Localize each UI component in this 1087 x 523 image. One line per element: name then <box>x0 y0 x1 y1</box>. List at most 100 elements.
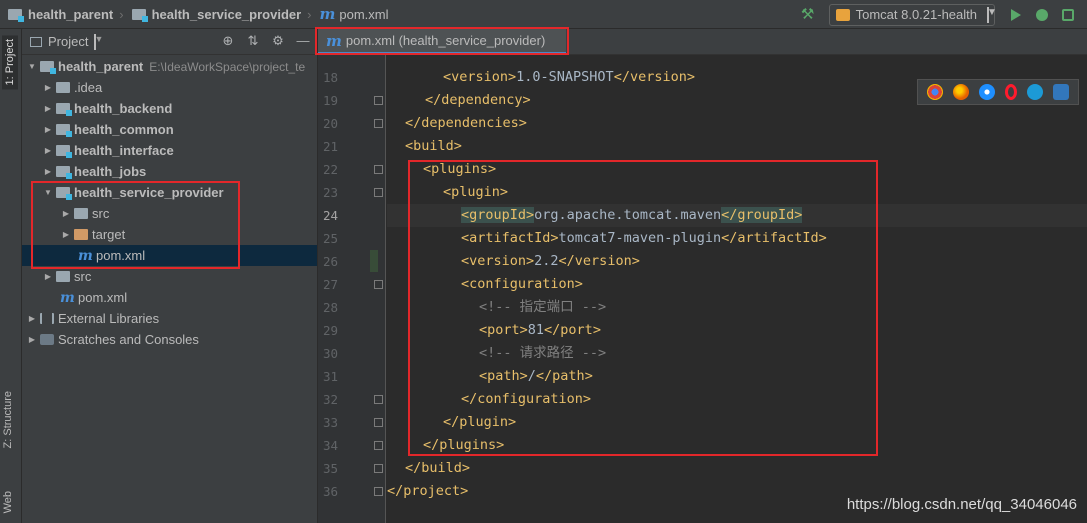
line-number: 24 <box>322 208 338 223</box>
line-number: 19 <box>322 93 338 108</box>
firefox-icon[interactable] <box>953 84 969 100</box>
line-number: 23 <box>322 185 338 200</box>
code-line[interactable]: <version>1.0-SNAPSHOT</version> <box>387 66 695 89</box>
annotation-box-plugins <box>408 160 878 456</box>
xml-tag: <build> <box>405 138 462 154</box>
tomcat-icon <box>835 8 850 21</box>
hide-panel-icon[interactable]: — <box>295 33 311 49</box>
collapsed-arrow-icon[interactable]: ▶ <box>42 146 54 155</box>
editor-gutter[interactable]: 18 19 20 21 22 23 24 25 26 27 28 29 30 31 32 33 34 35 36 <box>318 55 386 523</box>
fold-marker-icon[interactable] <box>374 487 383 496</box>
module-folder-icon <box>56 145 72 158</box>
fold-marker-icon[interactable] <box>374 280 383 289</box>
collapsed-arrow-icon[interactable]: ▶ <box>42 167 54 176</box>
tree-item-health-jobs[interactable]: ▶ health_jobs <box>22 161 317 182</box>
xml-tag: </dependency> <box>425 92 531 108</box>
tree-item-scratches[interactable]: ▶ Scratches and Consoles <box>22 329 317 350</box>
gear-icon[interactable]: ⚙ <box>270 33 286 49</box>
coverage-button[interactable] <box>1059 6 1077 24</box>
safari-icon[interactable] <box>979 84 995 100</box>
chrome-icon[interactable] <box>927 84 943 100</box>
breadcrumb-health-service-provider[interactable]: health_service_provider › <box>124 0 312 29</box>
fold-marker-icon[interactable] <box>374 441 383 450</box>
code-line[interactable]: </dependencies> <box>387 112 527 135</box>
project-panel: Project ▼ ⊕ ⇅ ⚙ — ▼ health_parent E:\Ide… <box>22 29 318 523</box>
code-line-content: </dependency> <box>387 92 531 108</box>
expanded-arrow-icon[interactable]: ▼ <box>26 62 38 71</box>
play-icon <box>1011 8 1021 21</box>
line-number: 28 <box>322 300 338 315</box>
code-line[interactable]: </build> <box>387 457 470 480</box>
breadcrumb-pom-xml[interactable]: m pom.xml <box>312 0 389 29</box>
fold-marker-icon[interactable] <box>374 464 383 473</box>
xml-tag: </build> <box>405 460 471 476</box>
fold-marker-icon[interactable] <box>374 188 383 197</box>
run-configuration-select[interactable]: Tomcat 8.0.21-health ▼ <box>828 3 997 26</box>
module-folder-icon <box>56 166 72 179</box>
collapsed-arrow-icon[interactable]: ▶ <box>42 83 54 92</box>
project-tool-tab[interactable]: 1: Project <box>2 35 18 90</box>
project-view-icon <box>30 36 42 47</box>
run-button[interactable] <box>1007 6 1025 24</box>
left-tool-stripe: 1: Project Z: Structure Web <box>0 29 22 523</box>
fold-marker-icon[interactable] <box>374 165 383 174</box>
line-number: 31 <box>322 369 338 384</box>
tree-item-health-backend[interactable]: ▶ health_backend <box>22 98 317 119</box>
fold-marker-icon[interactable] <box>374 418 383 427</box>
breadcrumb-health-parent[interactable]: health_parent › <box>0 0 124 29</box>
xml-tag: <version> <box>443 69 517 85</box>
tree-item-health-interface[interactable]: ▶ health_interface <box>22 140 317 161</box>
locate-target-icon[interactable]: ⊕ <box>220 33 236 49</box>
code-line[interactable]: </project> <box>387 480 468 503</box>
module-folder-icon <box>8 8 24 22</box>
line-number: 25 <box>322 231 338 246</box>
project-panel-header: Project ▼ ⊕ ⇅ ⚙ — <box>22 29 317 55</box>
line-number: 32 <box>322 392 338 407</box>
web-tool-tab[interactable]: Web <box>2 491 14 513</box>
module-folder-icon <box>131 8 148 22</box>
code-line-content: <build> <box>387 138 462 154</box>
collapsed-arrow-icon[interactable]: ▶ <box>42 125 54 134</box>
fold-marker-icon[interactable] <box>374 119 383 128</box>
line-number: 36 <box>322 484 338 499</box>
line-number: 29 <box>322 323 338 338</box>
tree-item-health-common[interactable]: ▶ health_common <box>22 119 317 140</box>
tree-item-health-parent[interactable]: ▼ health_parent E:\IdeaWorkSpace\project… <box>22 56 317 77</box>
code-line-content: <version>1.0-SNAPSHOT</version> <box>387 69 695 85</box>
tree-item-external-libraries[interactable]: ▶ External Libraries <box>22 308 317 329</box>
line-number: 26 <box>322 254 338 269</box>
fold-marker-icon[interactable] <box>374 395 383 404</box>
project-panel-title[interactable]: Project <box>48 34 88 49</box>
chevron-down-icon[interactable]: ▼ <box>94 33 103 50</box>
edge-icon[interactable] <box>1053 84 1069 100</box>
structure-tool-tab[interactable]: Z: Structure <box>2 391 14 448</box>
line-number: 21 <box>322 139 338 154</box>
xml-tag: </version> <box>613 69 695 85</box>
collapsed-arrow-icon[interactable]: ▶ <box>42 104 54 113</box>
code-line[interactable]: </dependency> <box>387 89 531 112</box>
annotation-box-tab <box>315 27 569 55</box>
tree-item-idea[interactable]: ▶ .idea <box>22 77 317 98</box>
line-number: 35 <box>322 461 338 476</box>
vcs-change-marker[interactable] <box>370 250 378 272</box>
collapse-all-icon[interactable]: ⇅ <box>245 33 261 49</box>
browser-preview-bar <box>917 79 1079 105</box>
line-number: 34 <box>322 438 338 453</box>
collapsed-arrow-icon[interactable]: ▶ <box>26 314 38 323</box>
build-hammer-icon[interactable]: ⚒ <box>799 6 817 24</box>
opera-icon[interactable] <box>1005 84 1017 100</box>
collapsed-arrow-icon[interactable]: ▶ <box>42 272 54 281</box>
tree-item-root-src[interactable]: ▶ src <box>22 266 317 287</box>
code-line-content: </dependencies> <box>387 115 527 131</box>
tree-item-root-pom-xml[interactable]: m pom.xml <box>22 287 317 308</box>
fold-marker-icon[interactable] <box>374 96 383 105</box>
collapsed-arrow-icon[interactable]: ▶ <box>26 335 38 344</box>
line-number: 20 <box>322 116 338 131</box>
ie-icon[interactable] <box>1027 84 1043 100</box>
folder-icon <box>56 271 70 282</box>
module-folder-icon <box>40 61 56 74</box>
code-line[interactable]: <build> <box>387 135 462 158</box>
code-line-content: </project> <box>387 483 468 499</box>
library-icon <box>40 313 54 324</box>
debug-button[interactable] <box>1033 6 1051 24</box>
